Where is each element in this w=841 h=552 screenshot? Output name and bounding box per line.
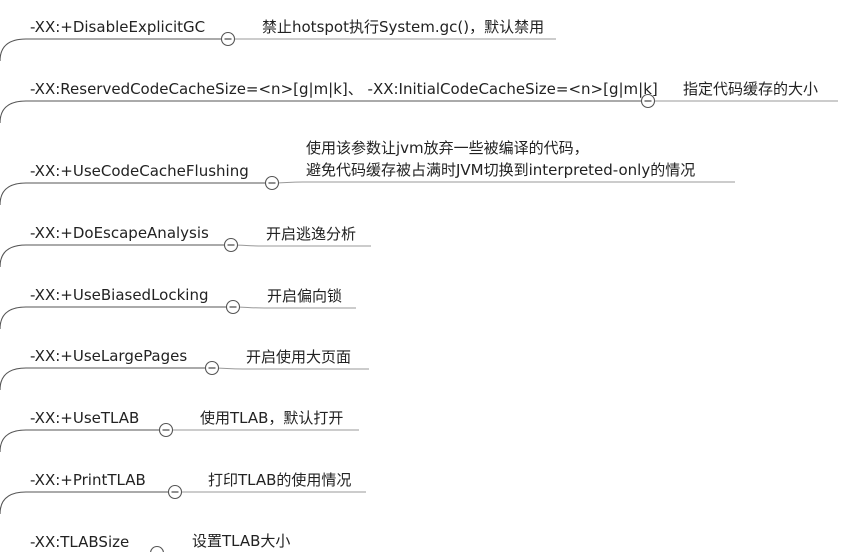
child-label[interactable]: 避免代码缓存被占满时JVM切换到interpreted-only的情况 (306, 159, 695, 181)
node-underline (0, 306, 233, 330)
collapse-button[interactable] (264, 175, 280, 191)
child-label[interactable]: 禁止hotspot执行System.gc()，默认禁用 (262, 16, 544, 38)
node-label[interactable]: -XX:TLABSize (30, 533, 129, 551)
node-label[interactable]: -XX:+UseBiasedLocking (30, 286, 208, 304)
node-underline (0, 429, 166, 453)
node-underline (0, 244, 231, 268)
child-label[interactable]: 开启偏向锁 (267, 285, 342, 307)
collapse-button[interactable] (220, 31, 236, 47)
collapse-button[interactable] (158, 422, 174, 438)
node-underline (0, 100, 648, 124)
node-label[interactable]: -XX:+DisableExplicitGC (30, 18, 205, 36)
collapse-button[interactable] (167, 484, 183, 500)
child-label[interactable]: 使用该参数让jvm放弃一些被编译的代码， (306, 137, 589, 159)
node-underline (0, 367, 212, 391)
collapse-button[interactable] (223, 237, 239, 253)
node-underline (0, 182, 272, 206)
node-label[interactable]: -XX:+PrintTLAB (30, 471, 146, 489)
node-label[interactable]: -XX:+DoEscapeAnalysis (30, 224, 209, 242)
child-label[interactable]: 设置TLAB大小 (192, 530, 290, 552)
node-label[interactable]: -XX:+UseCodeCacheFlushing (30, 162, 249, 180)
child-label[interactable]: 打印TLAB的使用情况 (208, 469, 351, 491)
child-label[interactable]: 使用TLAB，默认打开 (200, 407, 343, 429)
collapse-button[interactable] (225, 299, 241, 315)
node-underline (0, 38, 228, 62)
child-label[interactable]: 指定代码缓存的大小 (683, 78, 818, 100)
node-label[interactable]: -XX:ReservedCodeCacheSize=<n>[g|m|k]、 -X… (30, 80, 658, 98)
collapse-button[interactable] (150, 545, 164, 552)
node-label[interactable]: -XX:+UseLargePages (30, 347, 187, 365)
node-underline (0, 491, 175, 515)
node-label[interactable]: -XX:+UseTLAB (30, 409, 139, 427)
child-label[interactable]: 开启使用大页面 (246, 346, 351, 368)
child-label[interactable]: 开启逃逸分析 (266, 223, 356, 245)
collapse-button[interactable] (204, 360, 220, 376)
collapse-circle (150, 545, 164, 552)
